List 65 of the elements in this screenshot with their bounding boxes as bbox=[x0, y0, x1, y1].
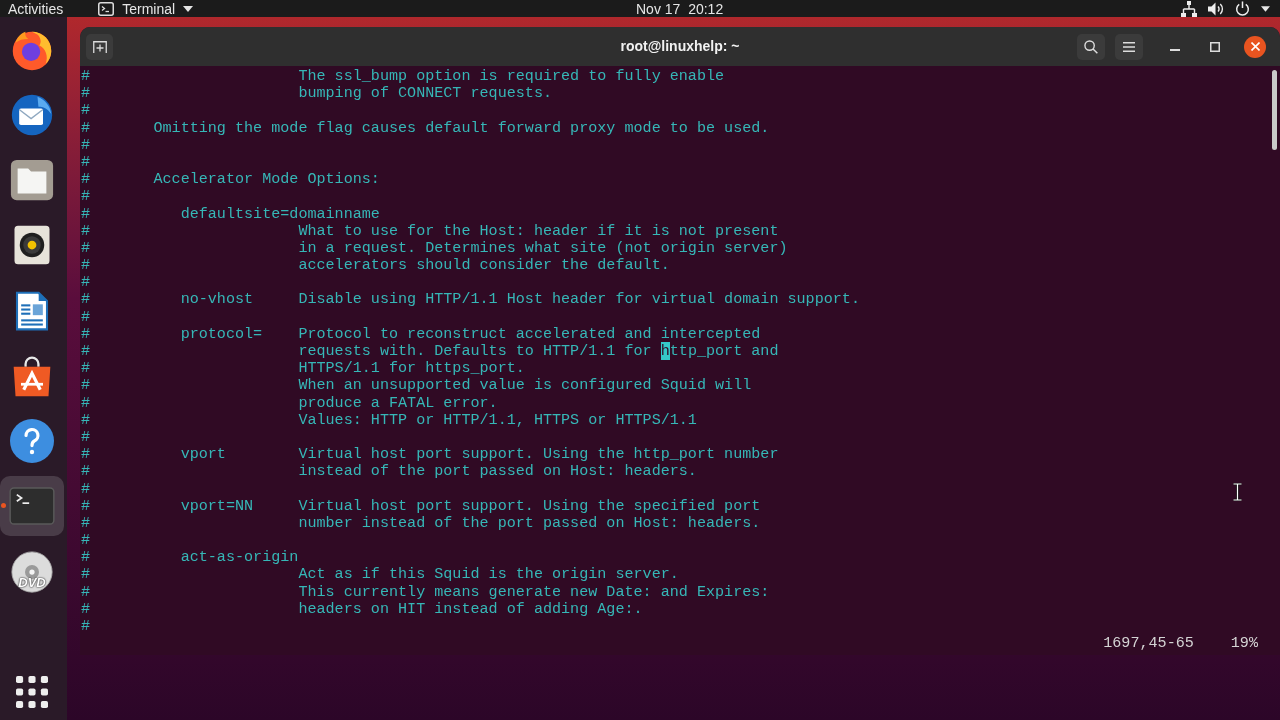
terminal-line: # headers on HIT instead of adding Age:. bbox=[81, 599, 643, 618]
terminal-line: # protocol= Protocol to reconstruct accelerated and intercepted bbox=[81, 324, 761, 343]
clock-button[interactable]: Nov 17 20:12 bbox=[636, 0, 724, 17]
minimize-icon bbox=[1170, 48, 1180, 51]
cursor-position: 1697,45-65 bbox=[1103, 635, 1194, 653]
terminal-text: # requests with. Defaults to HTTP/1.1 for bbox=[81, 342, 653, 360]
power-icon bbox=[1235, 1, 1250, 16]
terminal-cursor: h bbox=[660, 342, 670, 360]
close-button[interactable] bbox=[1244, 35, 1266, 58]
terminal-text: ttp_port and bbox=[669, 342, 779, 360]
terminal-line: # The ssl_bump option is required to fully enable bbox=[81, 67, 725, 85]
terminal-line: # act-as-origin bbox=[81, 548, 299, 567]
terminal-line: # This currently means generate new Date: and Expires: bbox=[81, 582, 770, 601]
terminal-line: # no-vhost Disable using HTTP/1.1 Host header for virtual domain support. bbox=[81, 290, 860, 309]
terminal-line: # produce a FATAL error. bbox=[81, 393, 498, 412]
menu-icon bbox=[1123, 41, 1135, 52]
terminal-line: # bbox=[81, 307, 91, 326]
close-icon bbox=[1250, 42, 1260, 51]
terminal-line: # bbox=[81, 617, 91, 635]
terminal-line: # Omitting the mode flag causes default forward proxy mode to be used. bbox=[81, 118, 770, 137]
maximize-icon bbox=[1210, 41, 1220, 52]
terminal-line: # vport=NN Virtual host port support. Using the specified port bbox=[81, 496, 761, 515]
network-icon bbox=[1181, 0, 1197, 17]
volume-icon bbox=[1208, 1, 1224, 16]
terminal-icon bbox=[9, 487, 55, 526]
terminal-line: # When an unsupported value is configured Squid will bbox=[81, 376, 752, 395]
terminal-line: # bumping of CONNECT requests. bbox=[81, 84, 552, 103]
terminal-line: # defaultsite=domainname bbox=[81, 204, 380, 223]
terminal-line: # Act as if this Squid is the origin server. bbox=[81, 565, 679, 584]
caret-icon bbox=[1261, 5, 1270, 12]
scroll-percentage: 19% bbox=[1230, 635, 1258, 653]
dock-item[interactable]: DVD bbox=[0, 541, 64, 602]
terminal-line: # bbox=[81, 427, 91, 446]
terminal-line: # bbox=[81, 135, 91, 154]
terminal-line: # bbox=[81, 152, 91, 171]
terminal-line: # vport Virtual host port support. Using the http_port number bbox=[81, 445, 779, 464]
new-tab-button[interactable] bbox=[86, 33, 113, 60]
terminal-line: # Values: HTTP or HTTP/1.1, HTTPS or HTTPS/1.1 bbox=[81, 410, 697, 429]
terminal-line: # bbox=[81, 531, 91, 550]
terminal-line: # instead of the port passed on Host: headers. bbox=[81, 462, 697, 481]
terminal-line: # bbox=[81, 273, 91, 292]
terminal-line: # in a request. Determines what site (not origin server) bbox=[81, 238, 788, 257]
terminal-icon bbox=[98, 1, 115, 16]
menu-button[interactable] bbox=[1115, 33, 1143, 60]
terminal-line: # bbox=[81, 101, 91, 120]
app-menu-button[interactable]: Terminal bbox=[98, 0, 194, 17]
scrollbar-thumb[interactable] bbox=[1272, 70, 1277, 150]
envelope-icon bbox=[10, 92, 54, 137]
i-beam-cursor-icon bbox=[1233, 483, 1242, 501]
terminal-line: # Accelerator Mode Options: bbox=[81, 170, 380, 189]
window-title: root@linuxhelp: ~ bbox=[620, 37, 740, 56]
caret-icon bbox=[183, 5, 194, 12]
disc-icon bbox=[11, 550, 53, 593]
search-button[interactable] bbox=[1077, 33, 1105, 60]
activities-button[interactable]: Activities bbox=[8, 0, 64, 17]
help-icon bbox=[10, 419, 54, 464]
search-icon bbox=[1084, 39, 1098, 54]
terminal-line: # bbox=[81, 479, 91, 498]
terminal-line: # number instead of the port passed on Host: headers. bbox=[81, 513, 761, 532]
terminal-line: # What to use for the Host: header if it is not present bbox=[81, 221, 779, 240]
terminal-line: # bbox=[81, 187, 91, 206]
terminal-line: # HTTPS/1.1 for https_port. bbox=[81, 359, 525, 378]
app-grid-icon bbox=[16, 676, 48, 708]
terminal-line: # accelerators should consider the default. bbox=[81, 256, 670, 275]
new-tab-icon bbox=[92, 40, 107, 53]
